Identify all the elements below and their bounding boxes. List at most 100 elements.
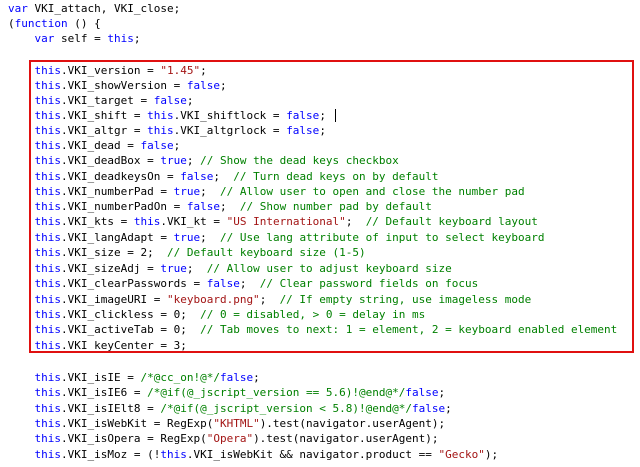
keyword-token: this [34, 94, 62, 107]
code-line[interactable]: this.VKI_keyCenter = 3; [8, 338, 187, 353]
code-token: .VKI_isIElt8 = [61, 402, 161, 415]
comment-token: /*@if(@_jscript_version < 5.8)!@end@*/ [160, 402, 413, 415]
code-token: ; [219, 79, 227, 92]
code-line[interactable]: this.VKI_isIE6 = /*@if(@_jscript_version… [8, 385, 446, 400]
code-token: .VKI_kts = [61, 215, 134, 228]
code-token: .VKI_isIE = [61, 371, 141, 384]
keyword-token: this [160, 448, 187, 461]
code-editor[interactable]: var VKI_attach, VKI_close; (function () {… [0, 0, 640, 467]
keyword-token: this [34, 262, 62, 275]
comment-token: // Default keyboard size (1-5) [166, 246, 366, 259]
code-token: () { [67, 17, 101, 30]
code-token: .VKI_sizeAdj = [61, 262, 161, 275]
code-line[interactable]: this.VKI_dead = false; [8, 138, 181, 153]
code-line[interactable]: this.VKI_sizeAdj = true; // Allow user t… [8, 261, 452, 276]
code-line[interactable]: this.VKI_isIE = /*@cc_on!@*/false; [8, 370, 260, 385]
code-token: ; [319, 124, 326, 137]
code-line[interactable]: this.VKI_clickless = 0; // 0 = disabled,… [8, 307, 426, 322]
code-line[interactable]: this.VKI_imageURI = "keyboard.png"; // I… [8, 292, 532, 307]
code-token: .VKI_activeTab = 0; [61, 323, 201, 336]
keyword-token: this [34, 231, 62, 244]
string-token: "US International" [226, 215, 346, 228]
keyword-token: this [107, 32, 134, 45]
code-token: .VKI_langAdapt = [61, 231, 174, 244]
code-token: .VKI_clearPasswords = [61, 277, 207, 290]
string-token: "1.45" [160, 64, 201, 77]
keyword-token: this [34, 308, 62, 321]
comment-token: /*@if(@_jscript_version == 5.6)!@end@*/ [147, 386, 406, 399]
code-line[interactable]: var self = this; [8, 31, 141, 46]
code-token: ; [186, 262, 207, 275]
code-token: ; [345, 215, 366, 228]
code-line[interactable]: this.VKI_shift = this.VKI_shiftlock = fa… [8, 108, 326, 123]
keyword-token: false [180, 170, 214, 183]
keyword-token: this [133, 215, 161, 228]
keyword-token: this [147, 124, 174, 137]
keyword-token: this [34, 323, 62, 336]
code-token: .VKI_shift = [61, 109, 148, 122]
code-token: ; [253, 371, 260, 384]
keyword-token: this [34, 448, 62, 461]
code-token: .VKI_isMoz = (! [61, 448, 161, 461]
code-line[interactable]: this.VKI_isWebKit = RegExp("KHTML").test… [8, 416, 446, 431]
keyword-token: this [34, 154, 62, 167]
comment-token: // Show number pad by default [239, 200, 432, 213]
keyword-token: this [34, 64, 62, 77]
code-token: .VKI_altgrlock = [173, 124, 287, 137]
comment-token: // Turn dead keys on by default [233, 170, 439, 183]
code-line[interactable]: this.VKI_isIElt8 = /*@if(@_jscript_versi… [8, 401, 452, 416]
keyword-token: this [34, 200, 62, 213]
code-line[interactable]: this.VKI_deadBox = true; // Show the dea… [8, 153, 399, 168]
code-line[interactable]: this.VKI_clearPasswords = false; // Clea… [8, 276, 479, 291]
code-token: ; [259, 293, 280, 306]
code-line[interactable]: this.VKI_target = false; [8, 93, 194, 108]
code-token: ; [200, 231, 220, 244]
keyword-token: this [34, 246, 62, 259]
code-line[interactable]: this.VKI_altgr = this.VKI_altgrlock = fa… [8, 123, 326, 138]
code-line[interactable]: this.VKI_numberPadOn = false; // Show nu… [8, 199, 432, 214]
keyword-token: false [186, 200, 220, 213]
code-token: .VKI_keyCenter = 3; [61, 339, 187, 352]
comment-token: // Tab moves to next: 1 = element, 2 = k… [200, 323, 618, 336]
keyword-token: this [34, 417, 62, 430]
code-line[interactable]: this.VKI_kts = this.VKI_kt = "US Interna… [8, 214, 538, 229]
code-line[interactable]: this.VKI_isMoz = (!this.VKI_isWebKit && … [8, 447, 499, 462]
code-token: .VKI_isWebKit && navigator.product == [186, 448, 439, 461]
keyword-token: this [34, 79, 62, 92]
code-line[interactable]: var VKI_attach, VKI_close; [8, 1, 180, 16]
code-line[interactable]: this.VKI_version = "1.45"; [8, 63, 207, 78]
code-token: .VKI_showVersion = [61, 79, 187, 92]
code-token: .VKI_imageURI = [61, 293, 167, 306]
keyword-token: false [219, 371, 254, 384]
code-token: .VKI_deadkeysOn = [61, 170, 181, 183]
code-token: ; [239, 277, 260, 290]
code-line[interactable]: this.VKI_deadkeysOn = false; // Turn dea… [8, 169, 439, 184]
keyword-token: false [153, 94, 187, 107]
code-line[interactable]: this.VKI_numberPad = true; // Allow user… [8, 184, 525, 199]
code-line[interactable]: (function () { [8, 16, 101, 31]
code-line[interactable]: this.VKI_activeTab = 0; // Tab moves to … [8, 322, 618, 337]
code-line[interactable]: this.VKI_isOpera = RegExp("Opera").test(… [8, 431, 439, 446]
code-token: .VKI_size = 2; [61, 246, 167, 259]
code-token: ; [200, 185, 220, 198]
keyword-token: false [206, 277, 240, 290]
comment-token: // Default keyboard layout [365, 215, 538, 228]
keyword-token: this [34, 432, 62, 445]
code-line[interactable]: this.VKI_langAdapt = true; // Use lang a… [8, 230, 545, 245]
code-line[interactable]: this.VKI_showVersion = false; [8, 78, 227, 93]
code-token: .VKI_version = [61, 64, 161, 77]
code-token: ; [319, 109, 326, 122]
keyword-token: var [34, 32, 55, 45]
code-token: ; [219, 200, 240, 213]
code-line[interactable]: this.VKI_size = 2; // Default keyboard s… [8, 245, 366, 260]
